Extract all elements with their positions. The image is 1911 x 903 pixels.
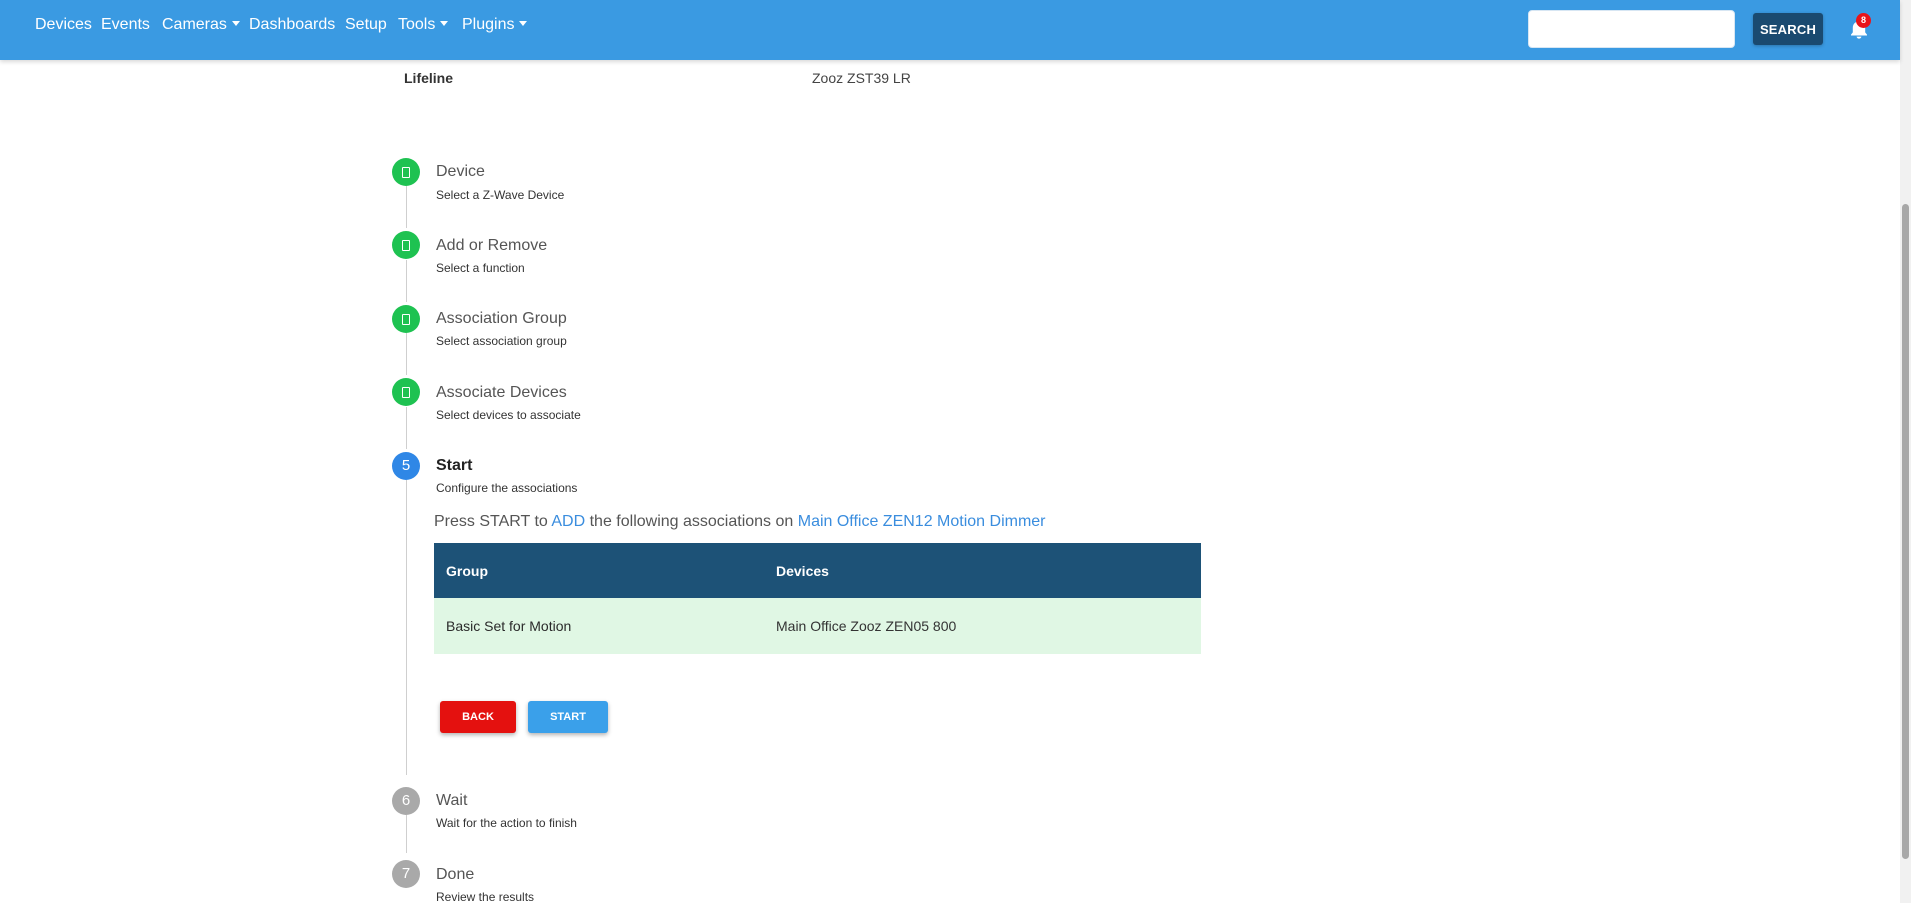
step-3-subtitle: Select association group [436,334,567,348]
associations-table: Group Devices Basic Set for Motion Main … [434,543,1201,654]
table-cell-group: Basic Set for Motion [434,598,764,654]
scrollbar-thumb[interactable] [1902,204,1909,859]
table-header-devices: Devices [764,543,1201,598]
check-icon [402,314,410,325]
step-2-status-icon [392,231,420,259]
table-header-group: Group [434,543,764,598]
start-button[interactable]: START [528,701,608,733]
step-5-title: Start [436,457,473,474]
nav-item-events[interactable]: Events [101,16,150,34]
step-7-subtitle: Review the results [436,890,535,903]
instruction-action-link[interactable]: ADD [551,513,585,530]
nav-item-dashboards[interactable]: Dashboards [249,16,335,34]
nav-item-tools-label: Tools [398,16,436,33]
step-3-status-icon [392,305,420,333]
notification-badge: 8 [1856,13,1871,28]
step-connector [406,407,407,449]
chevron-down-icon [519,21,528,26]
step-1-subtitle: Select a Z-Wave Device [436,188,565,202]
lifeline-label: Lifeline [404,70,454,86]
nav-item-setup[interactable]: Setup [345,16,387,34]
back-button[interactable]: BACK [440,701,516,733]
step-6-title: Wait [436,792,468,809]
table-row: Basic Set for Motion Main Office Zooz ZE… [434,598,1201,654]
nav-item-plugins-label: Plugins [462,16,515,33]
association-instruction: Press START to ADD the following associa… [434,513,1046,531]
lifeline-value: Zooz ZST39 LR [812,70,911,86]
step-2-subtitle: Select a function [436,261,525,275]
chevron-down-icon [231,21,240,26]
step-3-title: Association Group [436,310,567,327]
step-6-subtitle: Wait for the action to finish [436,816,577,830]
chevron-down-icon [440,21,449,26]
instruction-middle: the following associations on [585,513,798,530]
step-connector [406,815,407,853]
step-7-number: 7 [392,860,420,888]
top-navbar: Devices Events Cameras Dashboards Setup … [0,0,1900,60]
step-5-subtitle: Configure the associations [436,481,578,495]
nav-item-cameras[interactable]: Cameras [162,16,240,34]
step-7-title: Done [436,866,475,883]
table-cell-devices: Main Office Zooz ZEN05 800 [764,598,1201,654]
step-connector [406,480,407,775]
nav-item-plugins[interactable]: Plugins [462,16,528,34]
instruction-prefix: Press START to [434,513,552,530]
step-6-number: 6 [392,787,420,815]
nav-item-cameras-label: Cameras [162,16,227,33]
nav-item-tools[interactable]: Tools [398,16,449,34]
table-header-row: Group Devices [434,543,1201,598]
step-connector [406,333,407,375]
step-1-title: Device [436,163,485,180]
instruction-device-link[interactable]: Main Office ZEN12 Motion Dimmer [798,513,1046,530]
step-4-status-icon [392,378,420,406]
check-icon [402,240,410,251]
step-2-title: Add or Remove [436,237,548,254]
search-button[interactable]: SEARCH [1753,13,1823,45]
step-1-status-icon [392,158,420,186]
nav-item-devices[interactable]: Devices [35,16,92,34]
step-connector [406,260,407,302]
step-4-title: Associate Devices [436,384,567,401]
check-icon [402,167,410,178]
step-5-number: 5 [392,452,420,480]
check-icon [402,387,410,398]
step-connector [406,186,407,228]
step-4-subtitle: Select devices to associate [436,408,581,422]
search-input[interactable] [1528,10,1735,48]
